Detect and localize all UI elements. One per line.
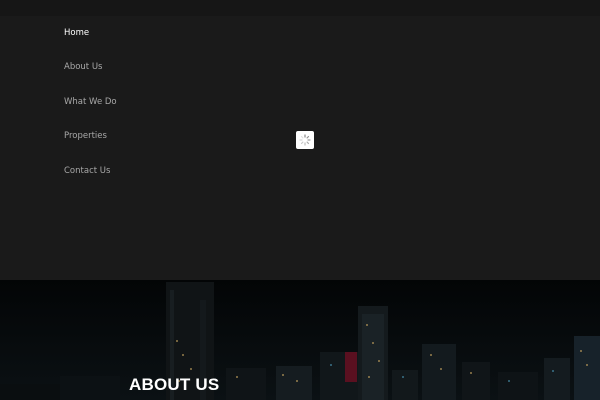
nav-item-about-us[interactable]: About Us <box>64 62 102 72</box>
city-skyline-image <box>0 280 600 400</box>
loading-indicator <box>296 131 314 149</box>
page-title: ABOUT US <box>129 375 220 394</box>
hero-section: ABOUT US <box>0 280 600 400</box>
spinner-icon <box>299 134 311 146</box>
top-bar <box>0 0 600 16</box>
nav-item-what-we-do[interactable]: What We Do <box>64 97 117 107</box>
nav-item-contact-us[interactable]: Contact Us <box>64 166 110 176</box>
nav-item-home[interactable]: Home <box>64 28 89 38</box>
nav-item-properties[interactable]: Properties <box>64 131 107 141</box>
